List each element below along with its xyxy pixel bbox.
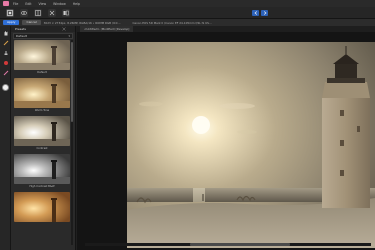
presets-panel: Presets Default ▾ Default Warm Tone Cont… xyxy=(11,26,76,250)
before-toggle[interactable] xyxy=(252,10,259,16)
clone-tool[interactable] xyxy=(2,49,9,56)
menu-edit[interactable]: Edit xyxy=(25,2,31,6)
context-toolbar: Apply Cancel 3023 × 2734px, 8.26MP, RGBA… xyxy=(0,19,375,26)
retouch-tool[interactable] xyxy=(2,39,9,46)
preset-item[interactable]: Contrast xyxy=(14,116,70,153)
canvas-scroll-thumb[interactable] xyxy=(190,243,290,246)
develop-persona-button[interactable] xyxy=(6,8,14,17)
cancel-button[interactable]: Cancel xyxy=(22,20,41,25)
chevron-right-icon xyxy=(263,11,266,15)
chevron-left-icon xyxy=(254,11,257,15)
lighthouse-photo xyxy=(127,42,375,248)
preset-item[interactable]: Warm Tone xyxy=(14,78,70,115)
menu-help[interactable]: Help xyxy=(73,2,80,6)
preset-category-select[interactable]: Default ▾ xyxy=(13,33,73,39)
chevron-down-icon: ▾ xyxy=(68,34,70,38)
preset-label: Contrast xyxy=(36,147,48,150)
view-toggle-group xyxy=(252,10,270,16)
menu-bar: File Edit View Window Help xyxy=(0,0,375,7)
red-eye-tool[interactable] xyxy=(2,59,9,66)
preset-label: High Contrast B&W xyxy=(29,185,55,188)
panel-scroll-thumb[interactable] xyxy=(71,42,73,122)
brush-icon xyxy=(3,40,8,45)
develop-icon xyxy=(7,9,13,16)
hand-icon xyxy=(4,30,7,35)
canvas-area[interactable] xyxy=(77,32,375,250)
apply-button[interactable]: Apply xyxy=(3,20,20,25)
preset-list: Default Warm Tone Contrast High Contrast… xyxy=(14,40,70,230)
compare-icon xyxy=(63,10,69,15)
preset-label xyxy=(14,222,70,229)
menu-window[interactable]: Window xyxy=(53,2,66,6)
split-view-button[interactable] xyxy=(34,8,42,17)
mirror-icon xyxy=(49,10,55,15)
menu-view[interactable]: View xyxy=(39,2,47,6)
paint-brush-icon xyxy=(3,70,8,75)
preset-thumbnail xyxy=(14,154,70,184)
canvas-horizontal-scrollbar[interactable] xyxy=(85,243,371,246)
preset-label: Default xyxy=(37,71,47,74)
panel-tabs: Presets xyxy=(11,26,75,32)
paint-tool[interactable] xyxy=(2,69,9,76)
preset-item[interactable]: Default xyxy=(14,40,70,77)
preset-item[interactable] xyxy=(14,192,70,229)
app-window: File Edit View Window Help Apply Cancel … xyxy=(0,0,375,250)
hand-tool[interactable] xyxy=(2,29,9,36)
compare-button[interactable] xyxy=(62,8,70,17)
stamp-icon xyxy=(4,50,7,55)
eye-icon xyxy=(21,10,27,15)
app-logo xyxy=(3,1,9,6)
menu-file[interactable]: File xyxy=(13,2,18,6)
tab-presets[interactable]: Presets xyxy=(15,27,26,31)
toolbar xyxy=(0,7,375,19)
left-toolbar xyxy=(0,26,11,250)
image-info: 3023 × 2734px, 8.26MP, RGBA/16 • ROMM RG… xyxy=(43,20,121,25)
red-eye-icon xyxy=(3,60,8,65)
close-icon[interactable] xyxy=(62,27,66,31)
split-view-icon xyxy=(35,9,41,16)
preset-thumbnail xyxy=(14,78,70,108)
after-toggle[interactable] xyxy=(261,10,268,16)
preset-thumbnail xyxy=(14,116,70,146)
preset-thumbnail xyxy=(14,192,70,222)
view-button[interactable] xyxy=(20,8,28,17)
camera-info: Canon EOS 5D Mark II (Canon EF 24-105mm … xyxy=(132,20,212,25)
preset-label: Warm Tone xyxy=(34,109,50,112)
preset-category-value: Default xyxy=(16,34,27,38)
color-swatch[interactable] xyxy=(2,84,9,91)
preset-item[interactable]: High Contrast B&W xyxy=(14,154,70,191)
photo-canvas[interactable] xyxy=(127,42,375,248)
panel-scrollbar[interactable] xyxy=(71,40,73,245)
preset-thumbnail xyxy=(14,40,70,70)
mirror-button[interactable] xyxy=(48,8,56,17)
